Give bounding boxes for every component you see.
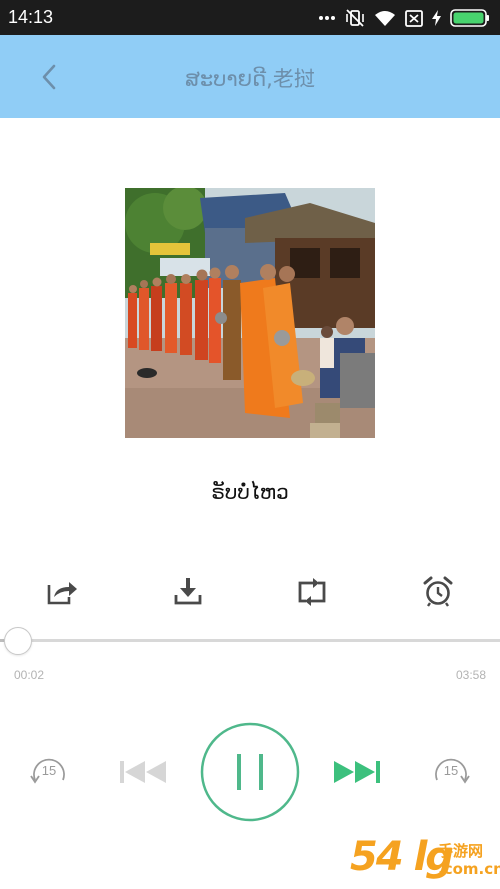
total-time: 03:58 — [455, 668, 486, 682]
alarm-clock-icon — [423, 576, 453, 607]
pause-icon — [200, 722, 300, 822]
page-title: ສະບາຍດີ,老挝 — [185, 67, 315, 91]
forward-15-button[interactable]: 15 — [431, 752, 471, 792]
vibrate-off-icon — [345, 9, 365, 27]
share-button[interactable] — [45, 575, 79, 607]
download-icon — [174, 578, 202, 605]
skip-next-icon — [334, 761, 380, 783]
download-button[interactable] — [171, 575, 205, 607]
app-bar: ສະບາຍດີ,老挝 — [0, 35, 500, 118]
elapsed-time: 00:02 — [14, 668, 45, 682]
sim-off-icon — [405, 9, 423, 27]
progress-bar[interactable] — [0, 639, 500, 642]
sleep-timer-button[interactable] — [421, 575, 455, 607]
rewind-15-button[interactable]: 15 — [29, 752, 69, 792]
watermark-logo: 54 lg — [350, 834, 454, 880]
forward-seconds: 15 — [443, 763, 459, 778]
next-button[interactable] — [332, 757, 382, 787]
progress-thumb[interactable] — [4, 627, 32, 655]
track-title: ຣັບບໍ່ໄຫວ — [211, 480, 289, 504]
status-time: 14:13 — [8, 7, 54, 27]
skip-previous-icon — [120, 761, 166, 783]
status-bar: 14:13 — [0, 0, 500, 35]
share-icon — [47, 582, 77, 605]
watermark: 54 lg 手游网 .com.cn — [342, 832, 500, 889]
charging-icon — [432, 10, 441, 26]
battery-icon — [450, 9, 490, 27]
watermark-line2: .com.cn — [438, 860, 500, 878]
repeat-icon — [298, 578, 326, 606]
rewind-seconds: 15 — [41, 763, 57, 778]
repeat-button[interactable] — [295, 575, 329, 607]
dots-icon — [318, 15, 336, 21]
previous-button[interactable] — [118, 757, 168, 787]
watermark-text: 手游网 .com.cn — [438, 842, 500, 878]
pause-button[interactable] — [200, 722, 300, 822]
status-icons — [318, 8, 490, 28]
wifi-icon — [374, 10, 396, 27]
watermark-line1: 手游网 — [438, 842, 484, 860]
album-cover — [125, 188, 375, 438]
